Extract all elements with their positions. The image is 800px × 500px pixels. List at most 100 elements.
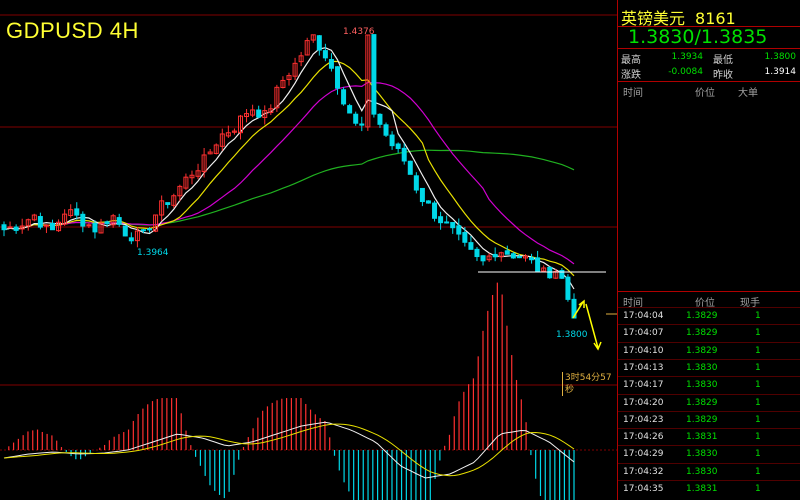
tick-volume: 1 — [755, 345, 761, 356]
tick-row: 17:04:20 1.3829 1 — [618, 393, 800, 412]
change-label: 涨跌 — [621, 70, 641, 81]
tick-time: 17:04:23 — [623, 414, 664, 425]
tick-volume: 1 — [755, 414, 761, 425]
candle-body — [516, 256, 522, 259]
chart-canvas[interactable]: 1.4376 1.3964 1.3800 — [0, 0, 617, 500]
tick-volume: 1 — [755, 449, 761, 460]
tick-price: 1.3829 — [686, 311, 718, 321]
candle-body — [347, 105, 353, 114]
candle-body — [377, 113, 383, 125]
candle-body — [316, 35, 322, 51]
candle-body — [510, 253, 516, 259]
candle-body — [256, 109, 262, 118]
low-label: 最低 — [713, 55, 733, 66]
candle-body — [37, 216, 43, 228]
candle-body — [438, 216, 444, 224]
tick-volume: 1 — [755, 466, 761, 477]
candle-body — [43, 224, 49, 227]
orders-time-header: 时间 — [623, 88, 643, 99]
ma-line-magenta — [3, 81, 575, 265]
tick-price: 1.3831 — [686, 484, 718, 494]
prev-close-label: 昨收 — [713, 70, 733, 81]
tick-price: 1.3829 — [686, 328, 718, 339]
tick-row: 17:04:13 1.3830 1 — [618, 358, 800, 377]
candle-body — [335, 66, 341, 89]
tick-price: 1.3829 — [686, 345, 718, 356]
tick-row: 17:04:04 1.3829 1 — [618, 307, 800, 325]
tick-volume: 1 — [755, 362, 761, 373]
candle-body — [474, 248, 480, 258]
bar-countdown: 3时54分57秒 — [562, 372, 617, 396]
candle-body — [450, 222, 456, 229]
chart-title: GDPUSD 4H — [6, 18, 139, 43]
tick-volume: 1 — [755, 484, 761, 494]
candle-body — [565, 276, 571, 300]
tick-volume: 1 — [755, 311, 761, 321]
tick-price: 1.3831 — [686, 432, 718, 443]
bid-ask-quote: 1.3830/1.3835 — [628, 26, 768, 48]
high-value: 1.3934 — [671, 52, 704, 62]
tick-time: 17:04:35 — [623, 484, 664, 494]
candle-body — [395, 143, 401, 149]
candle-body — [413, 175, 419, 191]
candle-body — [419, 187, 425, 203]
candle-body — [80, 213, 86, 227]
orders-price-header: 价位 — [695, 88, 715, 99]
change-value: -0.0084 — [668, 67, 703, 77]
candle-body — [322, 50, 328, 59]
high-price-label: 1.4376 — [343, 27, 375, 37]
candle-body — [504, 250, 510, 255]
orders-size-header: 大单 — [738, 88, 758, 99]
tick-price: 1.3830 — [686, 380, 718, 391]
candle-body — [407, 160, 413, 175]
candle-body — [529, 257, 535, 261]
candle-body — [116, 217, 122, 225]
candle-body — [86, 224, 92, 227]
tick-price: 1.3830 — [686, 466, 718, 477]
candle-body — [371, 34, 377, 115]
high-label: 最高 — [621, 55, 641, 66]
candle-body — [462, 232, 468, 243]
tick-volume: 1 — [755, 328, 761, 339]
tick-volume: 1 — [755, 432, 761, 443]
tick-time: 17:04:26 — [623, 432, 664, 443]
tick-price: 1.3829 — [686, 397, 718, 408]
tick-price: 1.3830 — [686, 449, 718, 460]
candle-body — [432, 202, 438, 219]
candle-body — [328, 59, 334, 69]
candle-body — [128, 237, 134, 242]
candle-body — [383, 124, 389, 136]
low-price-label-right: 1.3800 — [556, 330, 588, 340]
tick-time: 17:04:32 — [623, 466, 664, 477]
tick-time: 17:04:17 — [623, 380, 664, 391]
tick-row: 17:04:29 1.3830 1 — [618, 445, 800, 463]
low-value: 1.3800 — [764, 52, 797, 62]
candle-body — [425, 200, 431, 204]
tick-row: 17:04:23 1.3829 1 — [618, 410, 800, 429]
candle-body — [468, 242, 474, 250]
candle-body — [353, 113, 359, 124]
candle-body — [165, 202, 171, 205]
candle-body — [92, 222, 98, 233]
candle-body — [492, 253, 498, 258]
candle-body — [359, 123, 365, 126]
prev-close-value: 1.3914 — [764, 67, 797, 77]
candle-body — [147, 228, 153, 231]
tick-price: 1.3829 — [686, 414, 718, 425]
tick-volume: 1 — [755, 380, 761, 391]
candle-body — [480, 255, 486, 262]
tick-price: 1.3830 — [686, 362, 718, 373]
price-chart[interactable]: 1.4376 1.3964 1.3800 GDPUSD 4H 3时54分57秒 — [0, 0, 617, 500]
tick-row: 17:04:35 1.3831 1 — [618, 480, 800, 498]
candle-body — [341, 89, 347, 105]
tick-row: 17:04:10 1.3829 1 — [618, 341, 800, 360]
tick-time: 17:04:07 — [623, 328, 664, 339]
tick-time: 17:04:20 — [623, 397, 664, 408]
candle-body — [140, 229, 146, 232]
candle-body — [1, 224, 7, 231]
candle-body — [456, 225, 462, 235]
tick-time: 17:04:29 — [623, 449, 664, 460]
tick-time: 17:04:13 — [623, 362, 664, 373]
low-price-label-left: 1.3964 — [137, 248, 169, 258]
tick-volume: 1 — [755, 397, 761, 408]
